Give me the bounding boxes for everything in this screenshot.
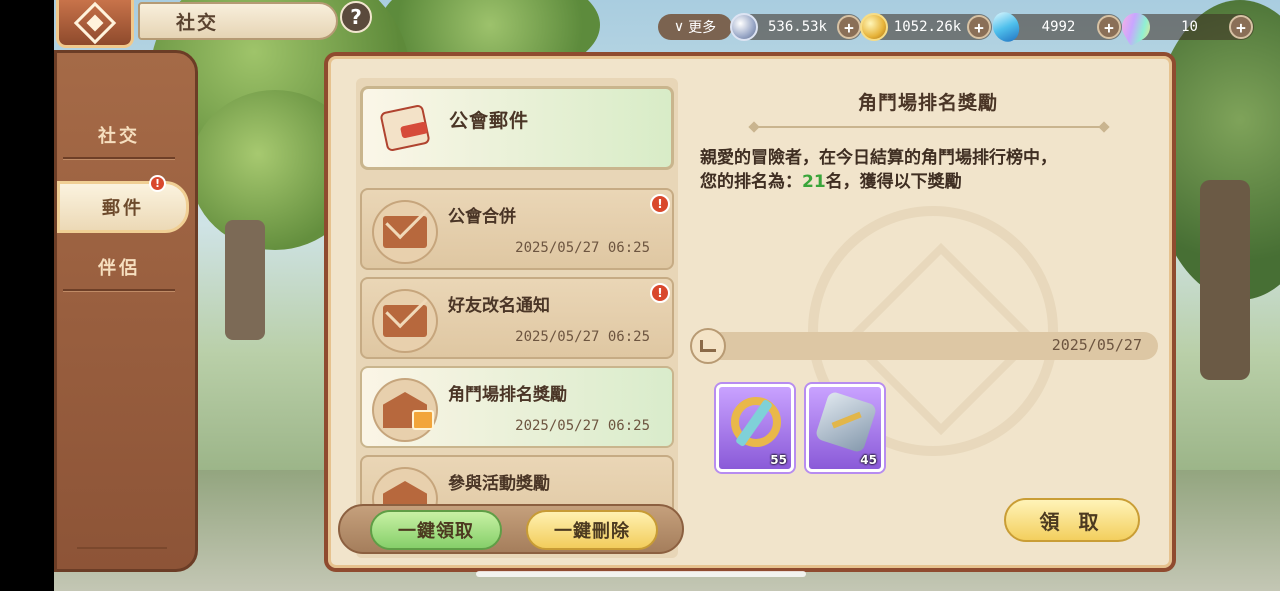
claim-button[interactable]: 領 取 bbox=[1004, 498, 1140, 542]
divider bbox=[63, 289, 175, 291]
divider bbox=[754, 126, 1104, 128]
sidebar: 社交 郵件 ! 伴侶 bbox=[54, 50, 198, 572]
unread-badge: ! bbox=[650, 194, 670, 214]
ornament bbox=[77, 533, 167, 549]
silver-amount: 536.53k bbox=[767, 19, 827, 35]
mail-date: 2025/05/27 06:25 bbox=[515, 329, 650, 345]
add-silver-button[interactable]: + bbox=[837, 15, 861, 39]
reward-quantity: 55 bbox=[770, 453, 787, 467]
mail-subject: 參與活動獎勵 bbox=[448, 474, 550, 494]
mail-subject: 公會合併 bbox=[448, 207, 516, 227]
divider bbox=[63, 157, 175, 159]
mail-detail-title: 角鬥場排名獎勵 bbox=[857, 92, 998, 114]
reward-quantity: 45 bbox=[860, 453, 877, 467]
add-gold-button[interactable]: + bbox=[967, 15, 991, 39]
delete-all-button[interactable]: 一鍵刪除 bbox=[526, 510, 658, 550]
gem-amount: 4992 bbox=[1041, 19, 1076, 35]
sidebar-item-partner[interactable]: 伴侶 bbox=[57, 245, 181, 289]
scroll-letter-icon bbox=[377, 100, 437, 156]
guild-mail-header[interactable]: 公會郵件 bbox=[360, 86, 674, 170]
gold-amount: 1052.26k bbox=[893, 19, 962, 35]
mail-notification-badge: ! bbox=[149, 175, 166, 192]
mail-date: 2025/05/27 06:25 bbox=[515, 240, 650, 256]
bulk-action-bar: 一鍵領取 一鍵刪除 bbox=[338, 504, 684, 554]
help-button[interactable]: ? bbox=[340, 1, 372, 33]
home-indicator bbox=[476, 571, 806, 577]
body-text: 名，獲得以下獎勵 bbox=[825, 172, 962, 192]
gift-icon bbox=[412, 410, 434, 430]
silver-coin-icon bbox=[730, 13, 758, 41]
mail-date-bar: 2025/05/27 bbox=[690, 328, 1158, 364]
claim-all-button[interactable]: 一鍵領取 bbox=[370, 510, 502, 550]
mail-date: 2025/05/27 06:25 bbox=[515, 418, 650, 434]
envelope-icon bbox=[372, 200, 438, 264]
tree-trunk bbox=[225, 220, 265, 340]
letterbox-bar bbox=[0, 0, 54, 591]
gold-coin-icon bbox=[860, 13, 888, 41]
mail-detail-body: 親愛的冒險者，在今日結算的角鬥場排行榜中， 您的排名為：21名，獲得以下獎勵 bbox=[700, 146, 1160, 194]
unread-badge: ! bbox=[650, 283, 670, 303]
gold-currency: 1052.26k + bbox=[860, 13, 992, 41]
body-line-2: 您的排名為：21名，獲得以下獎勵 bbox=[700, 170, 1160, 194]
list-item-selected[interactable]: 角鬥場排名獎勵 2025/05/27 06:25 bbox=[360, 366, 674, 448]
mail-subject: 好友改名通知 bbox=[448, 296, 550, 316]
rainbow-amount: 10 bbox=[1181, 19, 1198, 35]
body-line-1: 親愛的冒險者，在今日結算的角鬥場排行榜中， bbox=[700, 148, 1057, 168]
guild-mail-label: 公會郵件 bbox=[449, 109, 530, 132]
envelope-icon bbox=[372, 289, 438, 353]
rainbow-currency: 10 + bbox=[1116, 7, 1254, 47]
chevron-down-icon: ∨ bbox=[673, 19, 685, 35]
menu-emblem-icon bbox=[73, 1, 117, 44]
back-button[interactable] bbox=[56, 0, 134, 48]
more-label: 更多 bbox=[688, 20, 717, 36]
mail-date: 2025/05/27 bbox=[1051, 336, 1142, 354]
gem-currency: 4992 + bbox=[988, 9, 1122, 45]
mail-subject: 角鬥場排名獎勵 bbox=[448, 385, 567, 405]
hammer-stone-icon bbox=[814, 390, 878, 454]
mail-dialog: 公會郵件 公會合併 2025/05/27 06:25 ! 好友改名通知 2025… bbox=[324, 52, 1176, 572]
reward-item[interactable]: 55 bbox=[716, 384, 794, 472]
more-button[interactable]: ∨ 更多 bbox=[658, 14, 732, 40]
sidebar-item-mail[interactable]: 郵件 bbox=[57, 181, 189, 233]
tree-trunk bbox=[1200, 180, 1250, 380]
reward-item[interactable]: 45 bbox=[806, 384, 884, 472]
add-gem-button[interactable]: + bbox=[1097, 15, 1121, 39]
mail-list[interactable]: 公會郵件 公會合併 2025/05/27 06:25 ! 好友改名通知 2025… bbox=[356, 78, 678, 558]
body-text: 您的排名為： bbox=[700, 172, 802, 192]
list-item[interactable]: 好友改名通知 2025/05/27 06:25 ! bbox=[360, 277, 674, 359]
sidebar-item-social[interactable]: 社交 bbox=[57, 113, 181, 157]
page-title: 社交 bbox=[138, 2, 338, 40]
rank-value: 21 bbox=[802, 172, 826, 192]
silver-currency: 536.53k + bbox=[730, 13, 862, 41]
ring-sword-icon bbox=[731, 397, 781, 447]
list-item[interactable]: 公會合併 2025/05/27 06:25 ! bbox=[360, 188, 674, 270]
add-rainbow-button[interactable]: + bbox=[1229, 15, 1253, 39]
clock-icon bbox=[690, 328, 726, 364]
